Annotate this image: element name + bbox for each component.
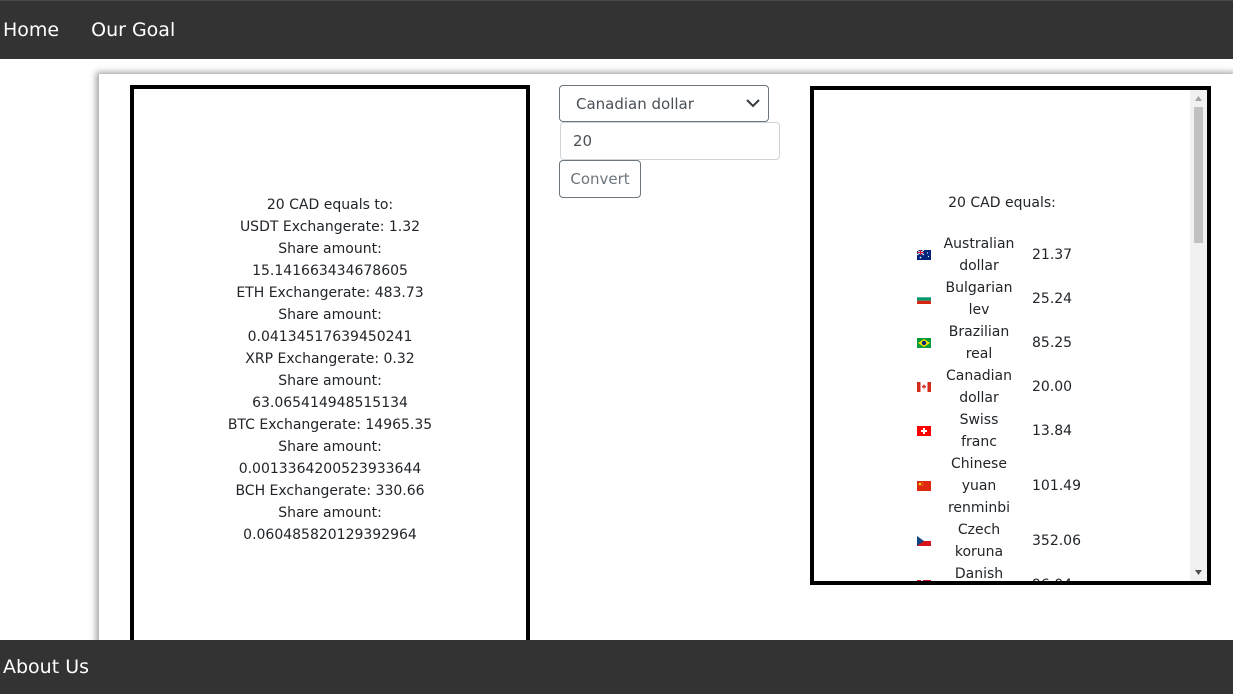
about-us-link[interactable]: About Us [3,656,89,678]
currency-value: 85.25 [1032,335,1073,351]
fiat-results-scroll-area[interactable]: 20 CAD equals: Australian dollar 21.37 B… [814,90,1190,581]
currency-select-value: Canadian dollar [576,94,694,113]
crypto-result-line: Share amount: [278,505,382,521]
rate-row: Australian dollar 21.37 [914,233,1084,277]
currency-name: Swiss franc [959,412,999,450]
flag-switzerland-icon [917,426,931,436]
currency-name: Danish krone [954,566,1004,582]
rate-row: Bulgarian lev 25.24 [914,277,1084,321]
currency-value: 20.00 [1032,379,1073,395]
rates-table: Australian dollar 21.37 Bulgarian lev 25… [914,233,1084,585]
nav-our-goal-link[interactable]: Our Goal [91,19,175,41]
amount-input[interactable] [560,122,780,160]
crypto-result-line: 0.060485820129392964 [243,527,417,543]
crypto-result-line: Share amount: [278,373,382,389]
currency-name: Brazilian real [948,324,1010,362]
flag-canada-icon [917,382,931,392]
crypto-result-line: Share amount: [278,241,382,257]
currency-name: Bulgarian lev [945,280,1013,318]
rate-row: Danish krone 96.04 [914,563,1084,585]
rate-row: Czech koruna 352.06 [914,519,1084,563]
rate-row: Chinese yuan renminbi 101.49 [914,453,1084,519]
currency-value: 13.84 [1032,423,1073,439]
currency-value: 101.49 [1032,478,1081,494]
crypto-result-line: Share amount: [278,307,382,323]
currency-name: Australian dollar [943,236,1015,274]
currency-name: Chinese yuan renminbi [947,456,1011,516]
rate-row: Brazilian real 85.25 [914,321,1084,365]
footer-bar: About Us [0,640,1233,694]
crypto-result-line: USDT Exchangerate: 1.32 [239,219,421,235]
crypto-result-line: 15.141663434678605 [252,263,408,279]
scroll-down-arrow-icon[interactable] [1190,564,1207,581]
flag-china-icon [917,481,931,491]
currency-value: 25.24 [1032,291,1073,307]
crypto-result-line: XRP Exchangerate: 0.32 [245,351,415,367]
fiat-results-panel: 20 CAD equals: Australian dollar 21.37 B… [810,86,1211,585]
crypto-result-line: ETH Exchangerate: 483.73 [236,285,424,301]
currency-select[interactable]: Canadian dollar [559,85,769,122]
fiat-results-heading: 20 CAD equals: [948,195,1056,211]
currency-name: Czech koruna [954,522,1004,560]
currency-name: Canadian dollar [945,368,1013,406]
rate-row: Canadian dollar 20.00 [914,365,1084,409]
rate-row: Swiss franc 13.84 [914,409,1084,453]
crypto-results-panel: 20 CAD equals to: USDT Exchangerate: 1.3… [130,85,530,655]
chevron-down-icon [746,99,760,108]
flag-denmark-icon [917,580,931,581]
crypto-result-line: 20 CAD equals to: [266,197,394,213]
crypto-result-line: 63.065414948515134 [252,395,408,411]
crypto-result-line: 0.04134517639450241 [247,329,413,345]
scrollbar-thumb[interactable] [1194,107,1203,243]
top-navbar: Home Our Goal [0,0,1233,59]
crypto-result-line: BCH Exchangerate: 330.66 [235,483,425,499]
currency-value: 21.37 [1032,247,1073,263]
flag-czech-icon [917,536,931,546]
crypto-result-line: Share amount: [278,439,382,455]
scroll-up-arrow-icon[interactable] [1190,90,1207,107]
flag-brazil-icon [917,338,931,348]
crypto-result-line: 0.0013364200523933644 [238,461,422,477]
crypto-result-line: BTC Exchangerate: 14965.35 [227,417,433,433]
convert-button[interactable]: Convert [559,160,641,198]
nav-home-link[interactable]: Home [3,19,59,41]
flag-australia-icon [917,250,931,260]
currency-value: 96.04 [1032,577,1073,585]
currency-value: 352.06 [1032,533,1081,549]
flag-bulgaria-icon [917,294,931,304]
vertical-scrollbar[interactable] [1190,90,1207,581]
